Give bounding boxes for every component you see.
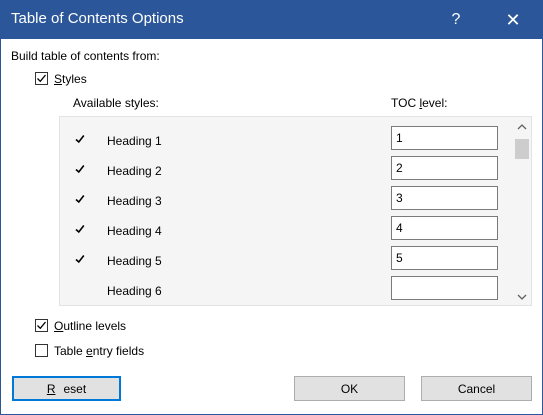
help-button[interactable]: ? [434,1,478,39]
checkmark-icon [37,74,47,83]
available-styles-list[interactable]: Heading 1 1 Heading 2 2 Heading 3 3 Head… [59,116,532,306]
checkmark-icon [75,225,85,234]
available-styles-label: Available styles: [73,96,159,110]
scroll-thumb[interactable] [515,139,529,159]
style-name: Heading 2 [107,164,162,178]
cancel-button[interactable]: Cancel [421,376,532,401]
dialog-title: Table of Contents Options [11,10,184,27]
checkmark-icon [37,321,47,330]
toc-level-input[interactable]: 3 [391,186,498,210]
style-name: Heading 3 [107,194,162,208]
checkmark-icon [75,135,85,144]
build-from-label: Build table of contents from: [11,49,160,63]
toc-level-input[interactable]: 5 [391,246,498,270]
outline-levels-checkbox[interactable] [35,319,48,332]
toc-level-input[interactable] [391,276,498,300]
scroll-up-icon[interactable] [513,119,531,135]
style-row-heading-3[interactable]: Heading 3 3 [60,186,513,216]
style-row-heading-2[interactable]: Heading 2 2 [60,156,513,186]
close-button[interactable]: ✕ [491,1,535,39]
style-row-heading-1[interactable]: Heading 1 1 [60,126,513,156]
table-entry-fields-checkbox[interactable] [35,344,48,357]
checkmark-icon [75,255,85,264]
dialog-body: Build table of contents from: Styles Ava… [1,39,542,414]
checkmark-icon [75,195,85,204]
styles-checkbox-label[interactable]: Styles [54,72,87,86]
toc-level-input[interactable]: 2 [391,156,498,180]
scroll-down-icon[interactable] [513,289,531,305]
styles-checkbox[interactable] [35,72,48,85]
toc-level-label: TOC level: [391,96,448,110]
table-entry-fields-label[interactable]: Table entry fields [54,344,144,358]
outline-levels-label[interactable]: Outline levels [54,319,126,333]
style-name: Heading 4 [107,224,162,238]
style-name: Heading 1 [107,134,162,148]
style-name: Heading 6 [107,284,162,298]
toc-level-input[interactable]: 1 [391,126,498,150]
style-row-heading-4[interactable]: Heading 4 4 [60,216,513,246]
ok-button[interactable]: OK [294,376,405,401]
style-row-heading-5[interactable]: Heading 5 5 [60,246,513,276]
vertical-scrollbar[interactable] [513,117,531,305]
title-bar: Table of Contents Options ? ✕ [1,1,542,39]
toc-level-input[interactable]: 4 [391,216,498,240]
toc-options-dialog: Table of Contents Options ? ✕ Build tabl… [0,0,543,415]
checkmark-icon [75,165,85,174]
reset-button[interactable]: Reset [12,376,121,401]
style-name: Heading 5 [107,254,162,268]
style-row-heading-6[interactable]: Heading 6 [60,276,513,305]
